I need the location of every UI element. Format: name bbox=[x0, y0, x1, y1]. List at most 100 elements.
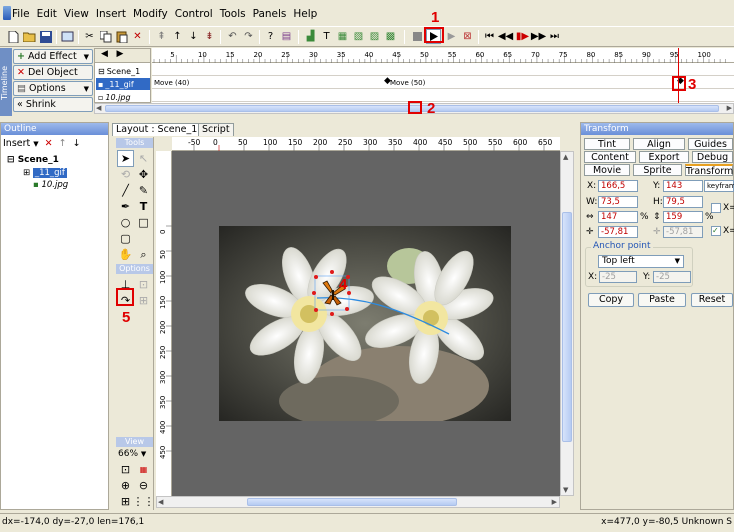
play-scene-icon[interactable]: ▶ bbox=[444, 29, 459, 44]
rotate-tool-icon[interactable]: ⟲ bbox=[117, 166, 134, 183]
anchor-x-field[interactable]: -25 bbox=[599, 271, 637, 283]
rounded-rect-tool-icon[interactable]: ▢ bbox=[117, 230, 134, 247]
move-top-icon[interactable]: ⇞ bbox=[154, 29, 169, 44]
outline-insert-button[interactable]: Insert ▼ bbox=[3, 138, 39, 149]
menu-insert[interactable]: Insert bbox=[96, 8, 126, 20]
text-tool-icon[interactable]: T bbox=[135, 198, 152, 215]
redo-icon[interactable]: ↷ bbox=[241, 29, 256, 44]
record-icon[interactable]: ⊠ bbox=[460, 29, 475, 44]
ellipse-tool-icon[interactable]: ○ bbox=[117, 214, 134, 231]
tab-guides[interactable]: Guides bbox=[688, 138, 733, 150]
snap-grid-icon[interactable]: ⋮⋮ bbox=[133, 493, 155, 510]
layer-gif[interactable]: ▪ _11_gif bbox=[96, 78, 150, 90]
tab-tint[interactable]: Tint bbox=[584, 138, 630, 150]
first-frame-icon[interactable]: ⏮ bbox=[482, 29, 497, 44]
undo-icon[interactable]: ↶ bbox=[225, 29, 240, 44]
frame-row-jpg[interactable] bbox=[152, 89, 734, 102]
scroll-left-icon[interactable]: ◀ bbox=[158, 498, 163, 506]
anchor-select[interactable]: Top left ▼ bbox=[598, 255, 684, 268]
path-option-icon[interactable]: ⊞ bbox=[135, 292, 152, 309]
frame-row-gif[interactable]: Move (40) ◆ Move (50) ◆ bbox=[152, 76, 734, 89]
select-tool-icon[interactable]: ➤ bbox=[117, 150, 134, 167]
del-object-button[interactable]: ✕ Del Object bbox=[13, 65, 93, 80]
menu-modify[interactable]: Modify bbox=[133, 8, 168, 20]
zoom-tool-icon[interactable]: ⌕ bbox=[135, 246, 152, 263]
scale-x-field[interactable]: 147 bbox=[598, 211, 638, 223]
frame-row-scene[interactable] bbox=[152, 63, 734, 76]
prev-frame-icon[interactable]: ◀◀ bbox=[498, 29, 513, 44]
new-file-icon[interactable] bbox=[6, 29, 21, 44]
tab-content[interactable]: Content bbox=[584, 151, 636, 163]
copy-icon[interactable] bbox=[98, 29, 113, 44]
h-field[interactable]: 79,5 bbox=[663, 196, 703, 208]
zoom-select[interactable]: 66% ▼ bbox=[118, 449, 146, 459]
subselect-tool-icon[interactable]: ↖ bbox=[135, 150, 152, 167]
reset-button[interactable]: Reset bbox=[691, 293, 733, 307]
timeline-frames[interactable]: Move (40) ◆ Move (50) ◆ bbox=[152, 48, 734, 103]
rotation-field[interactable]: -57,81 bbox=[598, 226, 638, 238]
insert-image-icon[interactable]: ▦ bbox=[335, 29, 350, 44]
x-field[interactable]: 166,5 bbox=[598, 180, 638, 192]
pencil-tool-icon[interactable]: ✎ bbox=[135, 182, 152, 199]
stage-scrollbar-horizontal[interactable]: ◀ ▶ bbox=[156, 496, 560, 508]
x-checkbox-2[interactable]: ✓ bbox=[711, 226, 721, 236]
menu-view[interactable]: View bbox=[64, 8, 89, 20]
zoom-out-icon[interactable]: ⊖ bbox=[135, 477, 152, 494]
insert-keyframe-icon[interactable]: ▟ bbox=[303, 29, 318, 44]
y-field[interactable]: 143 bbox=[663, 180, 703, 192]
menu-panels[interactable]: Panels bbox=[253, 8, 287, 20]
preview-icon[interactable] bbox=[60, 29, 75, 44]
stage-scrollbar-vertical[interactable]: ▲ ▼ bbox=[560, 151, 574, 496]
w-field[interactable]: 73,5 bbox=[598, 196, 638, 208]
tab-script[interactable]: Script bbox=[198, 123, 234, 136]
move-down-icon[interactable]: ↓ bbox=[186, 29, 201, 44]
scroll-right-icon[interactable]: ▶ bbox=[727, 104, 732, 112]
app-icon[interactable] bbox=[3, 6, 11, 20]
insert-text-icon[interactable]: T bbox=[319, 29, 334, 44]
tab-layout[interactable]: Layout : Scene_1 bbox=[112, 123, 202, 136]
tab-sprite[interactable]: Sprite bbox=[633, 164, 682, 176]
next-frame-icon[interactable]: ▶▶ bbox=[531, 29, 546, 44]
cut-icon[interactable]: ✂ bbox=[82, 29, 97, 44]
options-button[interactable]: ▤ Options ▼ bbox=[13, 81, 93, 96]
layer-nav[interactable]: ◀ ▶ bbox=[95, 49, 150, 63]
stop-icon[interactable] bbox=[410, 29, 425, 44]
zoom-100-icon[interactable]: ▦ bbox=[135, 461, 152, 478]
rectangle-tool-icon[interactable]: □ bbox=[135, 214, 152, 231]
menu-control[interactable]: Control bbox=[175, 8, 213, 20]
tab-movie[interactable]: Movie bbox=[584, 164, 630, 176]
insert-sound-icon[interactable]: ▨ bbox=[367, 29, 382, 44]
paste-icon[interactable] bbox=[114, 29, 129, 44]
grid-icon[interactable]: ⊞ bbox=[117, 493, 134, 510]
transform-tool-icon[interactable]: ✥ bbox=[135, 166, 152, 183]
stage-vscroll-thumb[interactable] bbox=[562, 212, 572, 442]
stage-hscroll-thumb[interactable] bbox=[247, 498, 457, 506]
zoom-fit-icon[interactable]: ⊡ bbox=[117, 461, 134, 478]
outline-up-icon[interactable]: ↑ bbox=[59, 138, 67, 149]
help-pointer-icon[interactable]: ? bbox=[263, 29, 278, 44]
scroll-left-icon[interactable]: ◀ bbox=[96, 104, 101, 112]
keyframe-select[interactable]: keyframe bbox=[704, 180, 734, 192]
last-frame-icon[interactable]: ⏭ bbox=[547, 29, 562, 44]
layer-scene[interactable]: ⊟ Scene_1 bbox=[96, 65, 150, 77]
scroll-right-icon[interactable]: ▶ bbox=[552, 498, 557, 506]
delete-icon[interactable]: ✕ bbox=[130, 29, 145, 44]
outline-delete-icon[interactable]: ✕ bbox=[45, 138, 53, 149]
scale-y-field[interactable]: 159 bbox=[663, 211, 703, 223]
tab-transform[interactable]: Transform bbox=[685, 164, 733, 177]
flower-image[interactable] bbox=[219, 226, 511, 421]
menu-tools[interactable]: Tools bbox=[220, 8, 246, 20]
menu-file[interactable]: File bbox=[12, 8, 30, 20]
move-bottom-icon[interactable]: ⇟ bbox=[202, 29, 217, 44]
open-folder-icon[interactable] bbox=[22, 29, 37, 44]
play-marker-icon[interactable]: ▮▶ bbox=[515, 29, 530, 44]
copy-button[interactable]: Copy bbox=[588, 293, 634, 307]
scroll-up-icon[interactable]: ▲ bbox=[563, 153, 568, 161]
add-effect-button[interactable]: + Add Effect ▼ bbox=[13, 49, 93, 64]
hand-tool-icon[interactable]: ✋ bbox=[117, 246, 134, 263]
outline-jpg-item[interactable]: ▪ 10.jpg bbox=[33, 180, 68, 190]
layer-jpg[interactable]: ▫ 10.jpg bbox=[96, 91, 150, 103]
tab-export[interactable]: Export bbox=[639, 151, 689, 163]
outline-scene-item[interactable]: ⊟ Scene_1 bbox=[7, 155, 59, 165]
menu-help[interactable]: Help bbox=[293, 8, 317, 20]
